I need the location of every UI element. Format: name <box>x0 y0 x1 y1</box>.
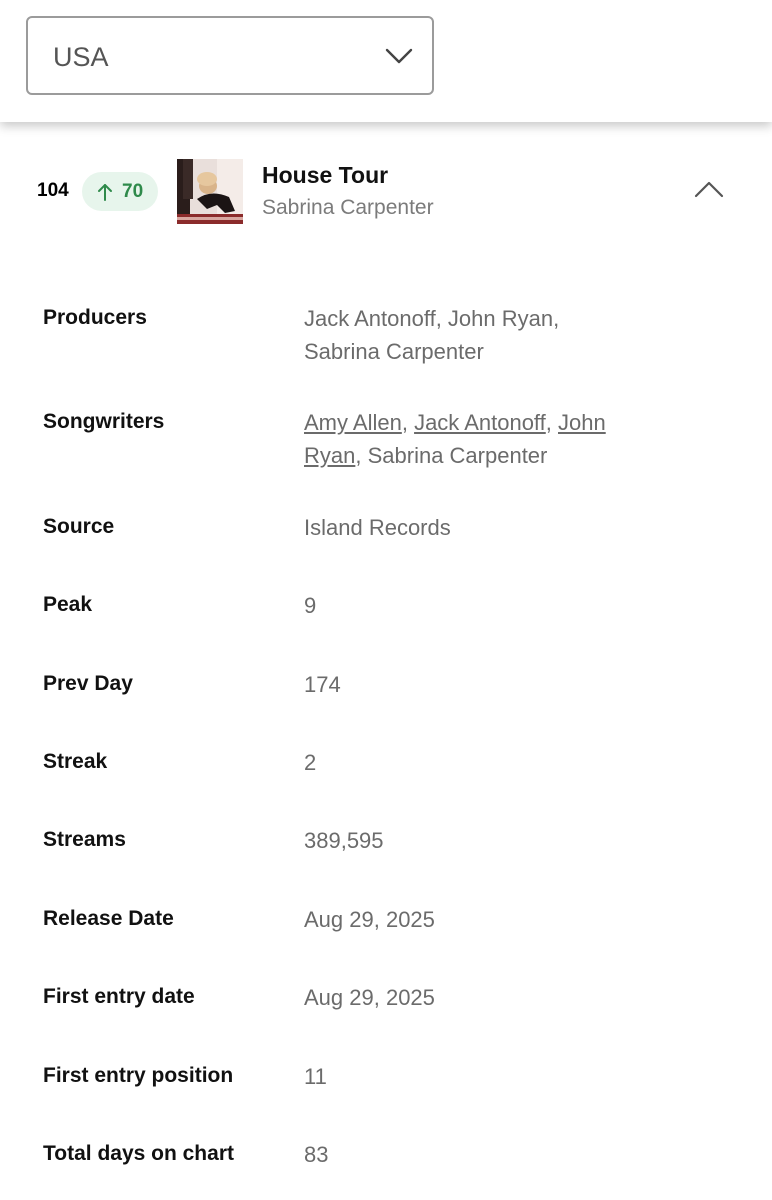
release-date-value: Aug 29, 2025 <box>304 907 435 932</box>
rank-change-badge: 70 <box>82 172 158 211</box>
chart-entry: 104 70 House Tour Sabrina Carpenter Prod… <box>0 122 772 1200</box>
header-bar: USA <box>0 0 772 122</box>
total-days-label: Total days on chart <box>43 1142 234 1165</box>
track-artist[interactable]: Sabrina Carpenter <box>262 196 434 220</box>
first-entry-date-value: Aug 29, 2025 <box>304 985 435 1010</box>
songwriters-value: Amy Allen, Jack Antonoff, John Ryan, Sab… <box>304 410 606 468</box>
source-label: Source <box>43 515 115 538</box>
rank-change-value: 70 <box>122 181 144 202</box>
chevron-down-icon <box>385 48 413 64</box>
album-cover <box>177 159 243 224</box>
track-title[interactable]: House Tour <box>262 162 388 189</box>
streak-label: Streak <box>43 750 108 773</box>
track-row[interactable]: 104 70 House Tour Sabrina Carpenter <box>0 122 772 252</box>
country-select[interactable]: USA <box>26 16 434 95</box>
source-value: Island Records <box>304 515 451 540</box>
peak-value: 9 <box>304 593 317 618</box>
songwriter-link[interactable]: Ryan <box>304 443 355 468</box>
streams-value: 389,595 <box>304 828 384 853</box>
producers-value: Jack Antonoff, John Ryan, Sabrina Carpen… <box>304 306 560 364</box>
country-select-value: USA <box>53 42 109 72</box>
arrow-up-icon <box>98 184 112 201</box>
first-entry-date-label: First entry date <box>43 985 195 1008</box>
chevron-up-icon[interactable] <box>693 178 725 200</box>
prev-day-value: 174 <box>304 672 341 697</box>
producers-label: Producers <box>43 306 147 329</box>
songwriter-link[interactable]: Jack Antonoff <box>414 410 546 435</box>
songwriter-link[interactable]: Amy Allen <box>304 410 402 435</box>
prev-day-label: Prev Day <box>43 672 133 695</box>
peak-label: Peak <box>43 593 93 616</box>
streak-value: 2 <box>304 750 317 775</box>
songwriters-label: Songwriters <box>43 410 165 433</box>
streams-label: Streams <box>43 828 126 851</box>
release-date-label: Release Date <box>43 907 174 930</box>
total-days-value: 83 <box>304 1142 329 1167</box>
first-entry-position-label: First entry position <box>43 1064 234 1087</box>
songwriter-link[interactable]: John <box>558 410 606 435</box>
first-entry-position-value: 11 <box>304 1064 327 1089</box>
rank: 104 <box>37 180 69 201</box>
